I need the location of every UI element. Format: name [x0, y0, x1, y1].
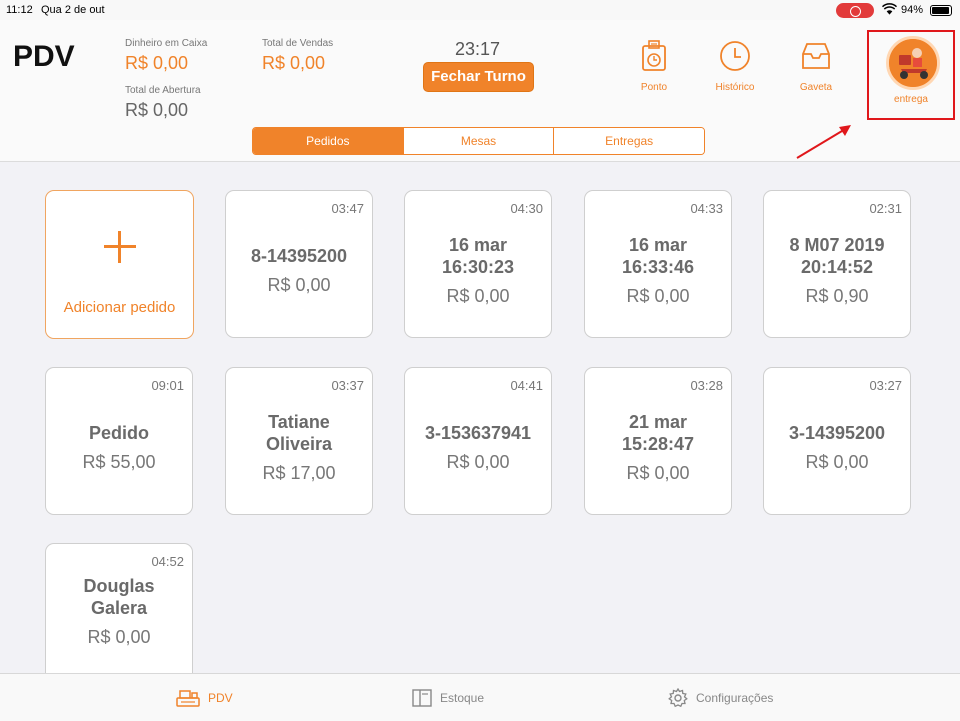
order-total: R$ 0,00	[267, 274, 331, 295]
bottom-tab-configuracoes[interactable]: Configurações	[668, 688, 773, 708]
order-name: 8 M07 2019 20:14:52	[789, 234, 885, 277]
bottom-tab-label: Configurações	[696, 691, 774, 705]
clock-icon	[720, 41, 750, 71]
page-title: PDV	[13, 40, 75, 73]
order-name: 21 mar 15:28:47	[621, 411, 695, 454]
order-name: 8-14395200	[250, 245, 348, 266]
opening-value: R$ 0,00	[125, 100, 189, 120]
bottom-tab-label: PDV	[208, 691, 233, 705]
tab-mesas[interactable]: Mesas	[402, 128, 554, 154]
order-card[interactable]: 03:47 8-14395200 R$ 0,00	[225, 190, 373, 338]
bottom-tab-estoque[interactable]: Estoque	[412, 688, 484, 708]
order-card[interactable]: 04:33 16 mar 16:33:46 R$ 0,00	[584, 190, 732, 338]
bottom-tab-bar: PDV Estoque Configurações	[0, 673, 960, 721]
cash-label: Dinheiro em Caixa	[125, 38, 208, 49]
tool-label-historico: Histórico	[715, 82, 755, 93]
bottom-tab-pdv[interactable]: PDV	[176, 688, 233, 708]
order-total: R$ 0,00	[805, 451, 869, 472]
delivery-label: entrega	[894, 94, 928, 105]
shift-clock: 23:17	[455, 39, 501, 59]
wifi-icon	[882, 3, 897, 15]
status-time: 11:12	[6, 4, 33, 16]
plus-icon	[104, 231, 136, 263]
order-name: 16 mar 16:30:23	[441, 234, 515, 277]
order-card[interactable]: 09:01 Pedido R$ 55,00	[45, 367, 193, 515]
order-card[interactable]: 02:31 8 M07 2019 20:14:52 R$ 0,90	[763, 190, 911, 338]
order-card[interactable]: 04:30 16 mar 16:30:23 R$ 0,00	[404, 190, 552, 338]
add-order-label: Adicionar pedido	[63, 299, 176, 316]
order-total: R$ 0,00	[446, 451, 510, 472]
order-name: Pedido	[88, 422, 149, 443]
drawer-icon	[802, 43, 830, 69]
bottom-tab-label: Estoque	[440, 691, 485, 705]
register-icon	[176, 690, 200, 707]
opening-label: Total de Abertura	[125, 85, 201, 96]
tool-gaveta[interactable]: Gaveta	[781, 40, 851, 93]
order-tabs: Pedidos Mesas Entregas	[252, 127, 705, 155]
gear-icon	[668, 688, 688, 708]
order-total: R$ 0,90	[805, 285, 869, 306]
order-name: 16 mar 16:33:46	[621, 234, 695, 277]
sales-value: R$ 0,00	[262, 53, 326, 73]
order-total: R$ 0,00	[626, 462, 690, 483]
order-total: R$ 0,00	[626, 285, 690, 306]
add-order-button[interactable]: Adicionar pedido	[45, 190, 194, 339]
close-shift-button[interactable]: Fechar Turno	[423, 62, 534, 92]
sales-label: Total de Vendas	[262, 38, 334, 49]
order-total: R$ 17,00	[262, 462, 336, 483]
delivery-highlight[interactable]: entrega	[867, 30, 955, 120]
battery-icon	[930, 5, 952, 16]
tool-ponto[interactable]: Ponto	[619, 40, 689, 93]
delivery-scooter-icon	[886, 36, 940, 90]
tool-historico[interactable]: Histórico	[700, 40, 770, 93]
tool-label-gaveta: Gaveta	[799, 82, 833, 93]
tab-entregas[interactable]: Entregas	[553, 128, 704, 154]
order-name: 3-14395200	[788, 422, 886, 443]
order-card[interactable]: 04:52 Douglas Galera R$ 0,00	[45, 543, 193, 675]
stock-icon	[412, 689, 432, 707]
order-name: Douglas Galera	[83, 576, 155, 618]
order-card[interactable]: 03:27 3-14395200 R$ 0,00	[763, 367, 911, 515]
order-name: 3-153637941	[424, 422, 532, 443]
order-total: R$ 0,00	[87, 627, 151, 647]
time-clock-icon	[642, 40, 666, 71]
screen-recording-icon	[836, 3, 874, 18]
order-name: Tatiane Oliveira	[265, 411, 333, 454]
cash-value: R$ 0,00	[125, 53, 189, 73]
tab-pedidos[interactable]: Pedidos	[253, 128, 403, 154]
order-card[interactable]: 03:28 21 mar 15:28:47 R$ 0,00	[584, 367, 732, 515]
order-card[interactable]: 04:41 3-153637941 R$ 0,00	[404, 367, 552, 515]
order-total: R$ 0,00	[446, 285, 510, 306]
status-date: Qua 2 de out	[41, 4, 105, 16]
order-total: R$ 55,00	[82, 451, 156, 472]
battery-percent: 94%	[901, 4, 924, 16]
annotation-arrow-icon	[796, 125, 851, 159]
order-card[interactable]: 03:37 Tatiane Oliveira R$ 17,00	[225, 367, 373, 515]
tool-label-ponto: Ponto	[640, 82, 668, 93]
status-bar: 11:12 Qua 2 de out 94%	[0, 0, 960, 20]
